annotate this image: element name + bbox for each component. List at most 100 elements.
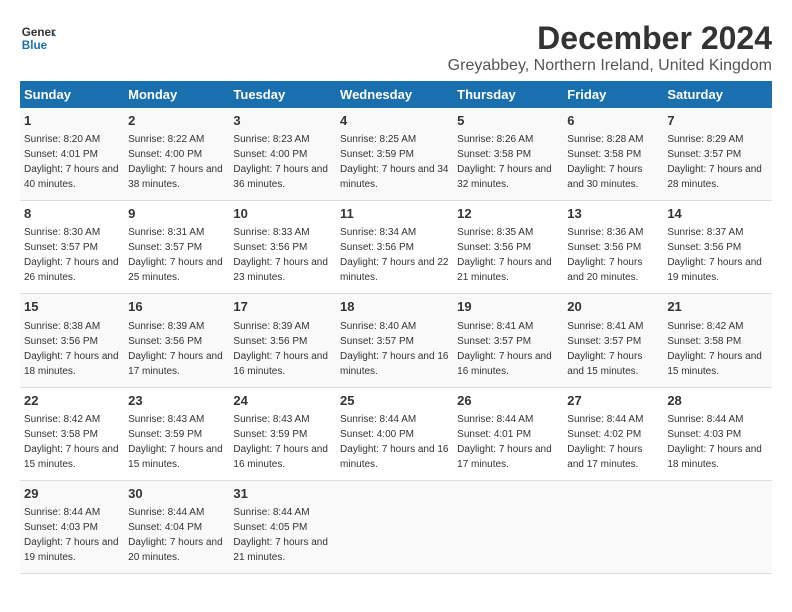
calendar-cell: 28 Sunrise: 8:44 AMSunset: 4:03 PMDayligh… (663, 387, 772, 480)
day-number: 31 (233, 485, 332, 503)
sunrise-info: Sunrise: 8:44 AMSunset: 4:03 PMDaylight:… (24, 507, 119, 563)
day-number: 20 (567, 298, 659, 316)
calendar-cell (453, 480, 563, 573)
main-title: December 2024 (448, 20, 772, 57)
day-header-friday: Friday (563, 81, 663, 108)
sunrise-info: Sunrise: 8:29 AMSunset: 3:57 PMDaylight:… (667, 134, 762, 190)
calendar-table: SundayMondayTuesdayWednesdayThursdayFrid… (20, 81, 772, 574)
calendar-week-row: 29 Sunrise: 8:44 AMSunset: 4:03 PMDayligh… (20, 480, 772, 573)
calendar-cell: 26 Sunrise: 8:44 AMSunset: 4:01 PMDayligh… (453, 387, 563, 480)
calendar-cell: 22 Sunrise: 8:42 AMSunset: 3:58 PMDayligh… (20, 387, 124, 480)
day-number: 3 (233, 112, 332, 130)
sunrise-info: Sunrise: 8:44 AMSunset: 4:04 PMDaylight:… (128, 507, 223, 563)
day-header-sunday: Sunday (20, 81, 124, 108)
day-number: 10 (233, 205, 332, 223)
day-number: 12 (457, 205, 559, 223)
calendar-week-row: 1Sunrise: 8:20 AMSunset: 4:01 PMDaylight… (20, 108, 772, 201)
calendar-cell: 19 Sunrise: 8:41 AMSunset: 3:57 PMDayligh… (453, 294, 563, 387)
calendar-cell: 27 Sunrise: 8:44 AMSunset: 4:02 PMDayligh… (563, 387, 663, 480)
sunrise-info: Sunrise: 8:30 AMSunset: 3:57 PMDaylight:… (24, 227, 119, 283)
sunrise-info: Sunrise: 8:37 AMSunset: 3:56 PMDaylight:… (667, 227, 762, 283)
calendar-cell: 16Sunrise: 8:39 AMSunset: 3:56 PMDayligh… (124, 294, 229, 387)
day-number: 14 (667, 205, 768, 223)
calendar-cell: 12 Sunrise: 8:35 AMSunset: 3:56 PMDayligh… (453, 201, 563, 294)
sunrise-info: Sunrise: 8:28 AMSunset: 3:58 PMDaylight:… (567, 134, 643, 190)
calendar-cell: 5 Sunrise: 8:26 AMSunset: 3:58 PMDaylight… (453, 108, 563, 201)
sunrise-info: Sunrise: 8:44 AMSunset: 4:02 PMDaylight:… (567, 414, 643, 470)
sunrise-info: Sunrise: 8:42 AMSunset: 3:58 PMDaylight:… (24, 414, 119, 470)
calendar-cell: 9 Sunrise: 8:31 AMSunset: 3:57 PMDaylight… (124, 201, 229, 294)
sunrise-info: Sunrise: 8:43 AMSunset: 3:59 PMDaylight:… (128, 414, 223, 470)
calendar-cell (563, 480, 663, 573)
day-number: 7 (667, 112, 768, 130)
calendar-cell: 3 Sunrise: 8:23 AMSunset: 4:00 PMDaylight… (229, 108, 336, 201)
calendar-cell: 29 Sunrise: 8:44 AMSunset: 4:03 PMDayligh… (20, 480, 124, 573)
calendar-cell: 2 Sunrise: 8:22 AMSunset: 4:00 PMDaylight… (124, 108, 229, 201)
day-number: 6 (567, 112, 659, 130)
day-number: 27 (567, 392, 659, 410)
calendar-body: 1Sunrise: 8:20 AMSunset: 4:01 PMDaylight… (20, 108, 772, 573)
day-number: 29 (24, 485, 120, 503)
sunrise-info: Sunrise: 8:25 AMSunset: 3:59 PMDaylight:… (340, 134, 448, 190)
sunrise-info: Sunrise: 8:40 AMSunset: 3:57 PMDaylight:… (340, 321, 448, 377)
day-number: 22 (24, 392, 120, 410)
sunrise-info: Sunrise: 8:41 AMSunset: 3:57 PMDaylight:… (567, 321, 643, 377)
day-number: 9 (128, 205, 225, 223)
sunrise-info: Sunrise: 8:38 AMSunset: 3:56 PMDaylight:… (24, 321, 119, 377)
calendar-cell: 31 Sunrise: 8:44 AMSunset: 4:05 PMDayligh… (229, 480, 336, 573)
day-number: 8 (24, 205, 120, 223)
sunrise-info: Sunrise: 8:44 AMSunset: 4:05 PMDaylight:… (233, 507, 328, 563)
calendar-cell (336, 480, 453, 573)
title-area: December 2024 Greyabbey, Northern Irelan… (448, 20, 772, 75)
day-header-monday: Monday (124, 81, 229, 108)
day-number: 25 (340, 392, 449, 410)
svg-text:Blue: Blue (22, 39, 48, 52)
calendar-cell: 15Sunrise: 8:38 AMSunset: 3:56 PMDayligh… (20, 294, 124, 387)
calendar-cell: 23 Sunrise: 8:43 AMSunset: 3:59 PMDayligh… (124, 387, 229, 480)
day-number: 21 (667, 298, 768, 316)
day-number: 13 (567, 205, 659, 223)
calendar-cell: 1Sunrise: 8:20 AMSunset: 4:01 PMDaylight… (20, 108, 124, 201)
sunrise-info: Sunrise: 8:44 AMSunset: 4:03 PMDaylight:… (667, 414, 762, 470)
day-number: 30 (128, 485, 225, 503)
day-number: 4 (340, 112, 449, 130)
sunrise-info: Sunrise: 8:41 AMSunset: 3:57 PMDaylight:… (457, 321, 552, 377)
day-number: 19 (457, 298, 559, 316)
sunrise-info: Sunrise: 8:34 AMSunset: 3:56 PMDaylight:… (340, 227, 448, 283)
sunrise-info: Sunrise: 8:39 AMSunset: 3:56 PMDaylight:… (233, 321, 328, 377)
calendar-week-row: 22 Sunrise: 8:42 AMSunset: 3:58 PMDayligh… (20, 387, 772, 480)
sunrise-info: Sunrise: 8:22 AMSunset: 4:00 PMDaylight:… (128, 134, 223, 190)
sunrise-info: Sunrise: 8:44 AMSunset: 4:01 PMDaylight:… (457, 414, 552, 470)
calendar-cell (663, 480, 772, 573)
calendar-cell: 30 Sunrise: 8:44 AMSunset: 4:04 PMDayligh… (124, 480, 229, 573)
sunrise-info: Sunrise: 8:39 AMSunset: 3:56 PMDaylight:… (128, 321, 223, 377)
header: General Blue December 2024 Greyabbey, No… (20, 20, 772, 75)
day-number: 18 (340, 298, 449, 316)
sunrise-info: Sunrise: 8:23 AMSunset: 4:00 PMDaylight:… (233, 134, 328, 190)
day-number: 26 (457, 392, 559, 410)
day-number: 2 (128, 112, 225, 130)
day-number: 23 (128, 392, 225, 410)
day-number: 5 (457, 112, 559, 130)
svg-text:General: General (22, 26, 56, 39)
day-header-thursday: Thursday (453, 81, 563, 108)
calendar-cell: 10Sunrise: 8:33 AMSunset: 3:56 PMDayligh… (229, 201, 336, 294)
day-number: 24 (233, 392, 332, 410)
calendar-cell: 6 Sunrise: 8:28 AMSunset: 3:58 PMDaylight… (563, 108, 663, 201)
calendar-cell: 4 Sunrise: 8:25 AMSunset: 3:59 PMDaylight… (336, 108, 453, 201)
day-number: 11 (340, 205, 449, 223)
calendar-cell: 20 Sunrise: 8:41 AMSunset: 3:57 PMDayligh… (563, 294, 663, 387)
calendar-week-row: 15Sunrise: 8:38 AMSunset: 3:56 PMDayligh… (20, 294, 772, 387)
day-header-wednesday: Wednesday (336, 81, 453, 108)
subtitle: Greyabbey, Northern Ireland, United King… (448, 57, 772, 75)
calendar-cell: 18 Sunrise: 8:40 AMSunset: 3:57 PMDayligh… (336, 294, 453, 387)
day-number: 17 (233, 298, 332, 316)
day-number: 28 (667, 392, 768, 410)
sunrise-info: Sunrise: 8:31 AMSunset: 3:57 PMDaylight:… (128, 227, 223, 283)
calendar-cell: 11 Sunrise: 8:34 AMSunset: 3:56 PMDayligh… (336, 201, 453, 294)
logo: General Blue (20, 20, 56, 56)
logo-icon: General Blue (20, 20, 56, 56)
sunrise-info: Sunrise: 8:35 AMSunset: 3:56 PMDaylight:… (457, 227, 552, 283)
sunrise-info: Sunrise: 8:26 AMSunset: 3:58 PMDaylight:… (457, 134, 552, 190)
calendar-cell: 25Sunrise: 8:44 AMSunset: 4:00 PMDayligh… (336, 387, 453, 480)
